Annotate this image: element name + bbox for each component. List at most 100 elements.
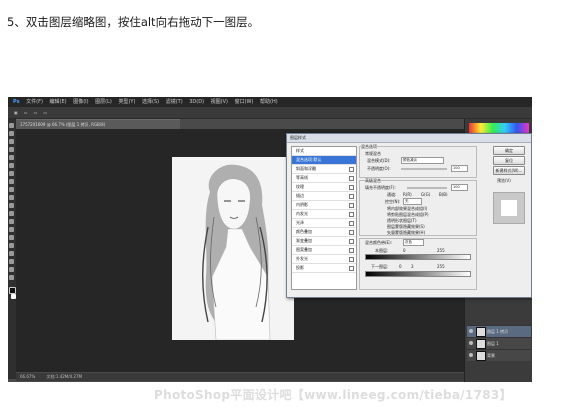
style-item-inner-shadow[interactable]: 内阴影: [292, 201, 356, 210]
fill-opacity-slider[interactable]: [407, 187, 447, 189]
stamp-tool-icon[interactable]: [9, 187, 14, 192]
status-zoom[interactable]: 66.67%: [20, 374, 35, 379]
blur-tool-icon[interactable]: [9, 219, 14, 224]
layer-thumbnail[interactable]: [476, 327, 486, 337]
shape-tool-icon[interactable]: [9, 259, 14, 264]
watermark-text: PhotoShop平面设计吧【www.lineeg.com/tieba/1783…: [154, 388, 512, 402]
style-item-inner-glow[interactable]: 内发光: [292, 210, 356, 219]
marquee-tool-icon[interactable]: [9, 131, 14, 136]
checkbox[interactable]: [349, 176, 354, 181]
menu-3d[interactable]: 3D(D): [189, 97, 204, 107]
menu-select[interactable]: 选择(S): [142, 97, 159, 107]
options-bar[interactable]: ▣ ▭ ▭ ▭: [8, 107, 532, 119]
style-item-styles[interactable]: 样式: [292, 147, 356, 156]
checkbox[interactable]: [349, 167, 354, 172]
menu-edit[interactable]: 编辑(E): [50, 97, 67, 107]
style-item-outer-glow[interactable]: 外发光: [292, 255, 356, 264]
visibility-eye-icon[interactable]: [469, 353, 473, 357]
healing-tool-icon[interactable]: [9, 171, 14, 176]
move-tool-icon[interactable]: [9, 123, 14, 128]
menu-image[interactable]: 图像(I): [73, 97, 88, 107]
layer-thumbnail[interactable]: [476, 339, 486, 349]
blend-if-select[interactable]: 灰色: [403, 239, 424, 246]
eyedropper-tool-icon[interactable]: [9, 163, 14, 168]
checkbox[interactable]: [349, 239, 354, 244]
checkbox[interactable]: [349, 221, 354, 226]
style-item-blending-options[interactable]: 混合选项:默认: [292, 156, 356, 165]
menu-window[interactable]: 窗口(W): [235, 97, 254, 107]
preview-checkbox[interactable]: 预览(V): [497, 178, 511, 184]
blend-mode-select[interactable]: 颜色减淡: [401, 157, 444, 164]
fill-opacity-input[interactable]: 100: [451, 184, 468, 191]
layer-row-copy[interactable]: 图层 1 拷贝: [467, 325, 531, 337]
checkbox[interactable]: [349, 185, 354, 190]
checkbox[interactable]: [349, 257, 354, 262]
opacity-input[interactable]: 100: [451, 165, 468, 172]
quick-select-tool-icon[interactable]: [9, 147, 14, 152]
foreground-color-swatch[interactable]: [9, 287, 16, 294]
style-preview: [493, 192, 525, 224]
pen-tool-icon[interactable]: [9, 235, 14, 240]
dialog-title: 图层样式: [287, 134, 531, 143]
channel-g-checkbox[interactable]: G(G): [421, 192, 430, 197]
path-select-tool-icon[interactable]: [9, 251, 14, 256]
opacity-slider[interactable]: [401, 168, 447, 170]
hand-tool-icon[interactable]: [9, 267, 14, 272]
dodge-tool-icon[interactable]: [9, 227, 14, 232]
new-style-button[interactable]: 新建样式(W)...: [493, 166, 525, 175]
style-item-drop-shadow[interactable]: 投影: [292, 264, 356, 273]
gradient-tool-icon[interactable]: [9, 211, 14, 216]
channel-b-checkbox[interactable]: B(B): [439, 192, 448, 197]
style-item-bevel-emboss[interactable]: 斜面和浮雕: [292, 165, 356, 174]
style-item-gradient-overlay[interactable]: 渐变叠加: [292, 237, 356, 246]
channels-label: 通道:: [387, 192, 397, 197]
checkbox[interactable]: [349, 194, 354, 199]
menu-view[interactable]: 视图(V): [211, 97, 228, 107]
lasso-tool-icon[interactable]: [9, 139, 14, 144]
menu-filter[interactable]: 滤镜(T): [166, 97, 183, 107]
underlying-split: 3: [411, 264, 414, 269]
ok-button[interactable]: 确定: [493, 146, 525, 155]
layer-name: 图层 1: [487, 341, 499, 346]
checkbox[interactable]: [349, 230, 354, 235]
underlying-min: 0: [399, 264, 402, 269]
history-brush-tool-icon[interactable]: [9, 195, 14, 200]
knockout-select[interactable]: 无: [403, 198, 422, 205]
checkbox[interactable]: [349, 248, 354, 253]
style-item-texture[interactable]: 纹理: [292, 183, 356, 192]
menu-file[interactable]: 文件(F): [26, 97, 43, 107]
checkbox[interactable]: [349, 203, 354, 208]
menu-help[interactable]: 帮助(H): [260, 97, 278, 107]
channel-r-checkbox[interactable]: R(R): [403, 192, 412, 197]
this-layer-gradient-slider[interactable]: [365, 254, 471, 260]
checkbox[interactable]: [349, 212, 354, 217]
style-item-stroke[interactable]: 描边: [292, 192, 356, 201]
reset-button[interactable]: 复位: [493, 156, 525, 165]
zoom-tool-icon[interactable]: [9, 275, 14, 280]
brush-tool-icon[interactable]: [9, 179, 14, 184]
layer-row-1[interactable]: 图层 1: [467, 337, 531, 349]
sketch-portrait-image: [172, 157, 294, 340]
crop-tool-icon[interactable]: [9, 155, 14, 160]
style-item-pattern-overlay[interactable]: 图案叠加: [292, 246, 356, 255]
blend-mode-label: 混合模式(D):: [367, 158, 391, 163]
layer-row-background[interactable]: 背景: [467, 349, 531, 361]
menu-layer[interactable]: 图层(L): [95, 97, 112, 107]
eraser-tool-icon[interactable]: [9, 203, 14, 208]
blend-if-label: 混合颜色带(E):: [365, 240, 392, 245]
option-vector-mask-hides[interactable]: 矢量蒙版隐藏效果(H): [387, 230, 425, 236]
menu-type[interactable]: 类型(Y): [118, 97, 135, 107]
section-blending-options: 混合选项: [361, 144, 377, 150]
layer-thumbnail[interactable]: [476, 351, 486, 361]
visibility-eye-icon[interactable]: [469, 329, 473, 333]
visibility-eye-icon[interactable]: [469, 341, 473, 345]
underlying-gradient-slider[interactable]: [365, 271, 471, 277]
style-item-contour[interactable]: 等高线: [292, 174, 356, 183]
type-tool-icon[interactable]: [9, 243, 14, 248]
style-item-satin[interactable]: 光泽: [292, 219, 356, 228]
this-layer-max: 255: [437, 248, 445, 253]
document-tab[interactable]: 1757201609 @ 66.7% (图层 1 拷贝, RGB/8): [16, 119, 180, 129]
underlying-max: 255: [437, 264, 445, 269]
style-item-color-overlay[interactable]: 颜色叠加: [292, 228, 356, 237]
checkbox[interactable]: [349, 266, 354, 271]
